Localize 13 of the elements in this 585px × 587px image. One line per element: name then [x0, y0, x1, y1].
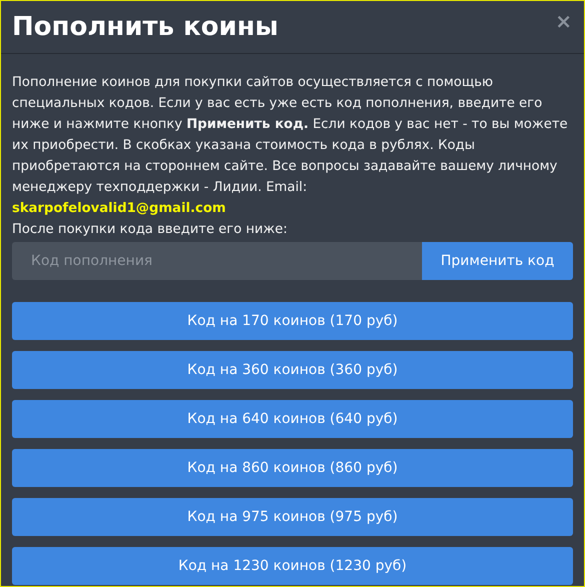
code-package-button[interactable]: Код на 360 коинов (360 руб): [12, 351, 573, 389]
dialog-title: Пополнить коины: [12, 11, 278, 43]
email-link[interactable]: skarpofelovalid1@gmail.com: [12, 198, 226, 219]
apply-code-button[interactable]: Применить код: [422, 242, 573, 280]
instruction-text: После покупки кода введите его ниже:: [12, 221, 288, 239]
code-package-button[interactable]: Код на 860 коинов (860 руб): [12, 449, 573, 487]
code-input-field[interactable]: Код пополнения: [12, 242, 422, 280]
code-package-button[interactable]: Код на 640 коинов (640 руб): [12, 400, 573, 438]
description-text: Пополнение коинов для покупки сайтов осуществляется с помощью специальных кодов. Если у вас есть уже есть код пополнения, введите его ниже и нажмите кнопку Применить код. Если кодов у вас нет - то вы можете их приобрести. В скобках указана стоимость кода в рублях. Коды приобретаются на стороннем сайте. Все вопросы задавайте вашему личному менеджеру техподдержки - Лидии. Email:: [12, 74, 569, 197]
close-button[interactable]: ×: [555, 11, 572, 31]
code-package-button[interactable]: Код на 170 коинов (170 руб): [12, 302, 573, 340]
code-package-button[interactable]: Код на 975 коинов (975 руб): [12, 498, 573, 536]
code-package-button[interactable]: Код на 1230 коинов (1230 руб): [12, 547, 573, 585]
